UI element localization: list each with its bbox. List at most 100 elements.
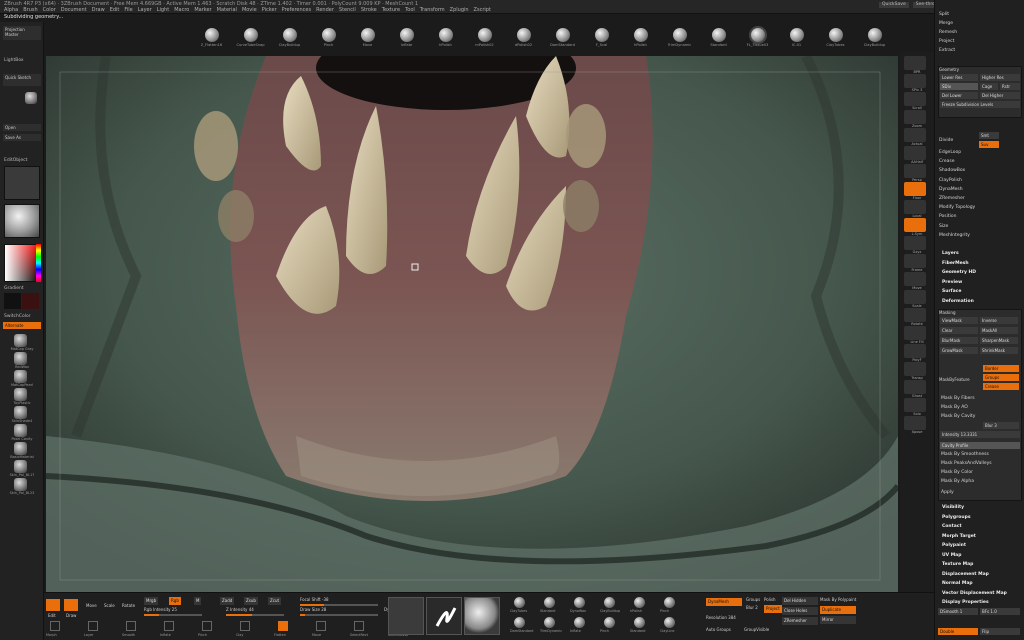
mask-feature-groups-toggle[interactable]: Groups bbox=[983, 374, 1019, 381]
right-shelf-solo-icon[interactable] bbox=[904, 398, 926, 412]
shelf-brush[interactable]: Standard bbox=[702, 22, 735, 47]
menu-layer[interactable]: Layer bbox=[138, 7, 152, 13]
menu-marker[interactable]: Marker bbox=[194, 7, 211, 13]
auto-groups-button[interactable]: Auto Groups bbox=[706, 627, 731, 632]
mask-item-mask-peaksandvalleys[interactable]: Mask PeaksAndValleys bbox=[941, 461, 992, 466]
material-icon[interactable] bbox=[14, 352, 27, 365]
texture-ball-icon[interactable] bbox=[604, 597, 615, 608]
brush-tool-layer-icon[interactable] bbox=[88, 621, 98, 631]
menu-document[interactable]: Document bbox=[61, 7, 87, 13]
material-icon[interactable] bbox=[14, 370, 27, 383]
menu-brush[interactable]: Brush bbox=[23, 7, 37, 13]
mask-shrinkmask-button[interactable]: ShrinkMask bbox=[980, 347, 1018, 354]
rgb-button[interactable]: Rgb bbox=[169, 597, 181, 605]
rgb-intensity-slider[interactable]: Rgb Intensity 25 bbox=[144, 607, 177, 612]
zcut-button[interactable]: Zcut bbox=[268, 597, 282, 605]
material-icon[interactable] bbox=[14, 460, 27, 473]
z-intensity-track[interactable] bbox=[226, 614, 284, 616]
shelf-brush[interactable]: dPolish02 bbox=[507, 22, 540, 47]
texture-ball-icon[interactable] bbox=[574, 617, 585, 628]
right-shelf-frame-icon[interactable] bbox=[904, 254, 926, 268]
dynamesh-button[interactable]: DynaMesh bbox=[706, 598, 742, 606]
menu-stencil[interactable]: Stencil bbox=[339, 7, 356, 13]
submenu-normal-map[interactable]: Normal Map bbox=[942, 581, 973, 586]
menu-color[interactable]: Color bbox=[43, 7, 56, 13]
material-icon[interactable] bbox=[14, 406, 27, 419]
mask-inverse-button[interactable]: Inverse bbox=[980, 317, 1018, 324]
hue-strip[interactable] bbox=[36, 244, 41, 282]
texture-ball-icon[interactable] bbox=[544, 597, 555, 608]
mask-item-mask-by-color[interactable]: Mask By Color bbox=[941, 470, 973, 475]
submenu-visibility[interactable]: Visibility bbox=[942, 505, 964, 510]
material-icon[interactable] bbox=[14, 424, 27, 437]
material-icon[interactable] bbox=[14, 388, 27, 401]
right-shelf-spix-3-icon[interactable] bbox=[904, 74, 926, 88]
menu-tool[interactable]: Tool bbox=[405, 7, 415, 13]
shelf-brush[interactable]: hPolish bbox=[624, 22, 657, 47]
menu-light[interactable]: Light bbox=[157, 7, 169, 13]
groups-toggle[interactable]: Groups bbox=[746, 597, 760, 602]
m-button[interactable]: M bbox=[194, 597, 202, 605]
draw-size-track[interactable] bbox=[300, 614, 378, 616]
rstr-button[interactable]: Rstr bbox=[1000, 83, 1020, 90]
divide-button[interactable]: Divide bbox=[939, 138, 953, 143]
right-shelf-polyf-icon[interactable] bbox=[904, 344, 926, 358]
project-toggle[interactable]: Project bbox=[764, 605, 782, 613]
menu-macro[interactable]: Macro bbox=[174, 7, 189, 13]
tool-merge-item[interactable]: Merge bbox=[939, 21, 953, 26]
menu-alpha[interactable]: Alpha bbox=[4, 7, 18, 13]
menu-movie[interactable]: Movie bbox=[242, 7, 257, 13]
material-icon[interactable] bbox=[14, 442, 27, 455]
cavity-profile-curve[interactable]: Cavity Profile bbox=[940, 442, 1020, 449]
focal-shift-slider[interactable]: Focal Shift -38 bbox=[300, 597, 329, 602]
quick-sketch-button[interactable]: Quick Sketch bbox=[3, 74, 41, 86]
shelf-brush[interactable]: ClayTubes bbox=[819, 22, 852, 47]
right-shelf-bpr-icon[interactable] bbox=[904, 56, 926, 70]
mask-blurmask-button[interactable]: BlurMask bbox=[940, 337, 978, 344]
submenu-fibermesh[interactable]: FiberMesh bbox=[942, 261, 969, 266]
zsub-button[interactable]: Zsub bbox=[244, 597, 258, 605]
submenu-display-properties[interactable]: Display Properties bbox=[942, 600, 989, 605]
menu-stroke[interactable]: Stroke bbox=[361, 7, 377, 13]
shelf-brush[interactable]: CurveTubeSnap bbox=[234, 22, 267, 47]
material-icon[interactable] bbox=[14, 334, 27, 347]
shelf-brush[interactable]: Inflate bbox=[390, 22, 423, 47]
draw-mode-button[interactable] bbox=[64, 599, 78, 611]
secondary-color-swatch[interactable] bbox=[22, 293, 39, 309]
duplicate-button[interactable]: Duplicate bbox=[820, 606, 856, 614]
menu-material[interactable]: Material bbox=[217, 7, 237, 13]
blur-2-slider[interactable]: Blur 2 bbox=[746, 605, 758, 610]
sculpt-viewport[interactable] bbox=[46, 56, 898, 592]
menu-preferences[interactable]: Preferences bbox=[282, 7, 311, 13]
tool-remesh-item[interactable]: Remesh bbox=[939, 30, 957, 35]
mask-by-polypaint-button[interactable]: Mask By Polypaint bbox=[820, 597, 856, 602]
shelf-brush[interactable]: Z_Flatten16 bbox=[195, 22, 228, 47]
texture-ball-icon[interactable] bbox=[514, 617, 525, 628]
right-shelf-gxyz-icon[interactable] bbox=[904, 236, 926, 250]
stereo-icon[interactable] bbox=[25, 92, 37, 104]
tool-split-item[interactable]: Split bbox=[939, 12, 949, 17]
shelf-brush[interactable]: ClayBuildup bbox=[273, 22, 306, 47]
double-button[interactable]: Double bbox=[938, 628, 978, 635]
higher-res-button[interactable]: Higher Res bbox=[980, 74, 1020, 81]
menu-zscript[interactable]: Zscript bbox=[474, 7, 491, 13]
cage-button[interactable]: Cage bbox=[980, 83, 998, 90]
submenu-contact[interactable]: Contact bbox=[942, 524, 962, 529]
right-shelf-local-icon[interactable] bbox=[904, 200, 926, 214]
switch-color-button[interactable]: SwitchColor bbox=[4, 314, 31, 319]
right-shelf-actual-icon[interactable] bbox=[904, 128, 926, 142]
shelf-brush[interactable]: hPolish bbox=[429, 22, 462, 47]
tool-extract-item[interactable]: Extract bbox=[939, 48, 955, 53]
mask-feature-border-toggle[interactable]: Border bbox=[983, 365, 1019, 372]
main-color-swatch[interactable] bbox=[4, 293, 21, 309]
brush-tool-pinch-icon[interactable] bbox=[202, 621, 212, 631]
texture-ball-icon[interactable] bbox=[634, 597, 645, 608]
move-mode-button[interactable]: Move bbox=[86, 603, 97, 608]
right-shelf-scale-icon[interactable] bbox=[904, 290, 926, 304]
geometry-crease-item[interactable]: Crease bbox=[939, 159, 955, 164]
zremesher-button[interactable]: ZRemesher bbox=[782, 617, 818, 625]
mask-item-mask-by-alpha[interactable]: Mask By Alpha bbox=[941, 479, 974, 484]
shelf-brush[interactable]: Pinch bbox=[312, 22, 345, 47]
edit-mode-button[interactable] bbox=[46, 599, 60, 611]
mask-sharpenmask-button[interactable]: SharpenMask bbox=[980, 337, 1018, 344]
